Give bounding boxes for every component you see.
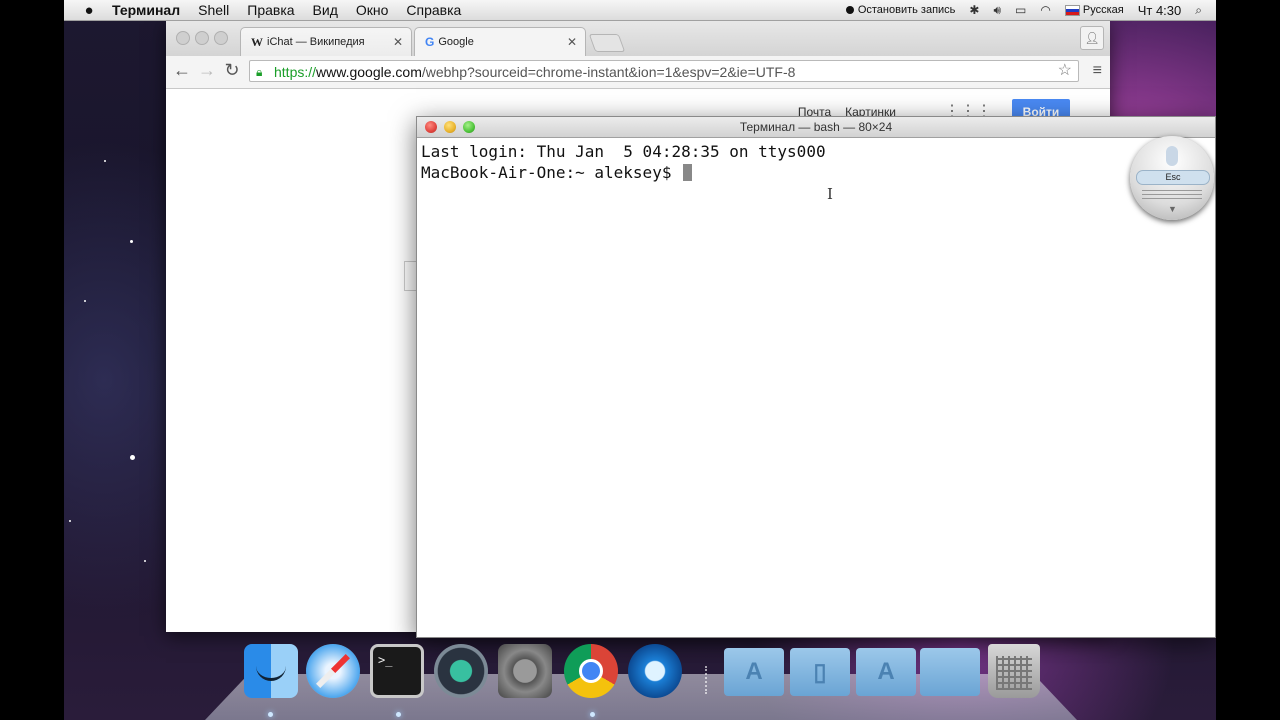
dictation-widget[interactable]: Esc ▼	[1130, 136, 1214, 220]
system-preferences-icon[interactable]	[498, 644, 552, 698]
close-window-button[interactable]	[176, 31, 190, 45]
menu-shell[interactable]: Shell	[198, 2, 229, 18]
close-tab-icon[interactable]: ✕	[393, 35, 403, 49]
menu-bar: ● Терминал Shell Правка Вид Окно Справка…	[64, 0, 1216, 21]
volume-icon[interactable]: 🔊︎	[993, 3, 1001, 18]
url-path: /webhp?sourceid=chrome-instant&ion=1&esp…	[421, 64, 796, 80]
stop-recording-item[interactable]: Остановить запись	[845, 4, 956, 16]
applications-folder-icon[interactable]: A	[724, 648, 784, 696]
browser-toolbar: ← → ↻ 🔒︎ https://www.google.com/webhp?so…	[166, 56, 1110, 89]
tab-ichat-wikipedia[interactable]: W iChat — Википедия ✕	[240, 27, 412, 56]
url-scheme: https://	[274, 64, 317, 80]
menu-help[interactable]: Справка	[406, 2, 461, 18]
close-tab-icon[interactable]: ✕	[567, 35, 577, 49]
finder-icon[interactable]	[244, 644, 298, 698]
zoom-window-button[interactable]	[463, 121, 475, 133]
terminal-icon[interactable]: >_	[370, 644, 424, 698]
downloads-folder-icon[interactable]: A	[856, 648, 916, 696]
tab-title: iChat — Википедия	[267, 36, 365, 48]
level-line	[1142, 194, 1202, 195]
clock[interactable]: Чт 4:30	[1138, 3, 1182, 18]
app-store-glyph-icon: A	[745, 658, 763, 685]
terminal-output[interactable]: Last login: Thu Jan 5 04:28:35 on ttys00…	[417, 138, 1215, 186]
minimize-window-button[interactable]	[195, 31, 209, 45]
trash-icon[interactable]	[988, 644, 1040, 698]
document-glyph-icon: ▯	[813, 659, 827, 686]
russian-flag-icon	[1064, 4, 1080, 16]
running-indicator	[590, 712, 595, 717]
dock-separator	[705, 666, 711, 694]
close-window-button[interactable]	[425, 121, 437, 133]
menu-view[interactable]: Вид	[313, 2, 338, 18]
spotlight-search-icon[interactable]: ⌕	[1195, 3, 1202, 18]
terminal-prompt: MacBook-Air-One:~ aleksey$	[421, 163, 682, 182]
time-machine-icon[interactable]	[434, 644, 488, 698]
microphone-icon	[1166, 146, 1178, 166]
dictation-esc-button[interactable]: Esc	[1136, 170, 1210, 185]
chrome-icon[interactable]	[564, 644, 618, 698]
tab-strip: W iChat — Википедия ✕ G Google ✕ 👤︎	[166, 20, 1110, 56]
input-source-menu[interactable]: Русская	[1064, 4, 1124, 16]
terminal-prompt-line: MacBook-Air-One:~ aleksey$	[421, 162, 1211, 183]
tab-google[interactable]: G Google ✕	[414, 27, 586, 56]
menu-edit[interactable]: Правка	[247, 2, 294, 18]
folder-icon[interactable]	[920, 648, 980, 696]
back-arrow-icon[interactable]: ←	[172, 60, 192, 81]
bookmark-star-icon[interactable]: ☆	[1058, 61, 1072, 81]
profile-icon[interactable]: 👤︎	[1080, 26, 1104, 50]
new-tab-button[interactable]	[588, 34, 626, 52]
level-line	[1142, 198, 1202, 199]
bluetooth-icon[interactable]: ✱	[969, 3, 979, 17]
stop-recording-label: Остановить запись	[857, 4, 956, 16]
trash-mesh	[996, 656, 1032, 690]
ibeam-cursor-icon: I	[827, 185, 833, 203]
running-indicator	[396, 712, 401, 717]
text-cursor	[683, 164, 693, 181]
running-indicator	[268, 712, 273, 717]
star	[69, 520, 71, 522]
forward-arrow-icon[interactable]: →	[197, 60, 217, 81]
input-source-label: Русская	[1082, 4, 1124, 16]
finder-face	[256, 658, 286, 681]
record-icon	[845, 6, 854, 15]
star	[104, 160, 106, 162]
chevron-down-icon: ▼	[1168, 204, 1177, 214]
documents-folder-icon[interactable]: ▯	[790, 648, 850, 696]
url-host: www.google.com	[316, 64, 422, 80]
menu-extras: Остановить запись ✱ 🔊︎ ▭ ◠ Русская Чт 4:…	[845, 3, 1216, 18]
wifi-icon[interactable]: ◠	[1040, 3, 1050, 17]
lock-icon: 🔒︎	[256, 65, 263, 79]
terminal-window: Терминал — bash — 80×24 Last login: Thu …	[416, 116, 1216, 638]
minimize-window-button[interactable]	[444, 121, 456, 133]
star	[144, 560, 146, 562]
safari-icon[interactable]	[306, 644, 360, 698]
apple-menu-icon[interactable]: ●	[76, 2, 102, 19]
quicktime-icon[interactable]	[628, 644, 682, 698]
star	[84, 300, 86, 302]
level-line	[1142, 190, 1202, 191]
compass-needle	[316, 654, 350, 688]
terminal-title: Терминал — bash — 80×24	[739, 120, 893, 134]
battery-icon[interactable]: ▭	[1015, 3, 1026, 17]
google-favicon-icon: G	[425, 35, 435, 49]
menu-window[interactable]: Окно	[356, 2, 389, 18]
wikipedia-favicon-icon: W	[251, 34, 263, 49]
star	[130, 240, 133, 243]
app-store-glyph-icon: A	[877, 658, 895, 685]
terminal-line: Last login: Thu Jan 5 04:28:35 on ttys00…	[421, 142, 826, 161]
star	[130, 455, 135, 460]
tab-title: Google	[438, 36, 474, 48]
reload-icon[interactable]: ↻	[222, 60, 242, 81]
address-bar[interactable]: 🔒︎ https://www.google.com/webhp?sourceid…	[249, 60, 1079, 82]
menu-app-terminal[interactable]: Терминал	[112, 2, 180, 18]
chrome-menu-icon[interactable]: ≡	[1093, 62, 1102, 80]
zoom-window-button[interactable]	[214, 31, 228, 45]
terminal-titlebar[interactable]: Терминал — bash — 80×24	[417, 117, 1215, 138]
